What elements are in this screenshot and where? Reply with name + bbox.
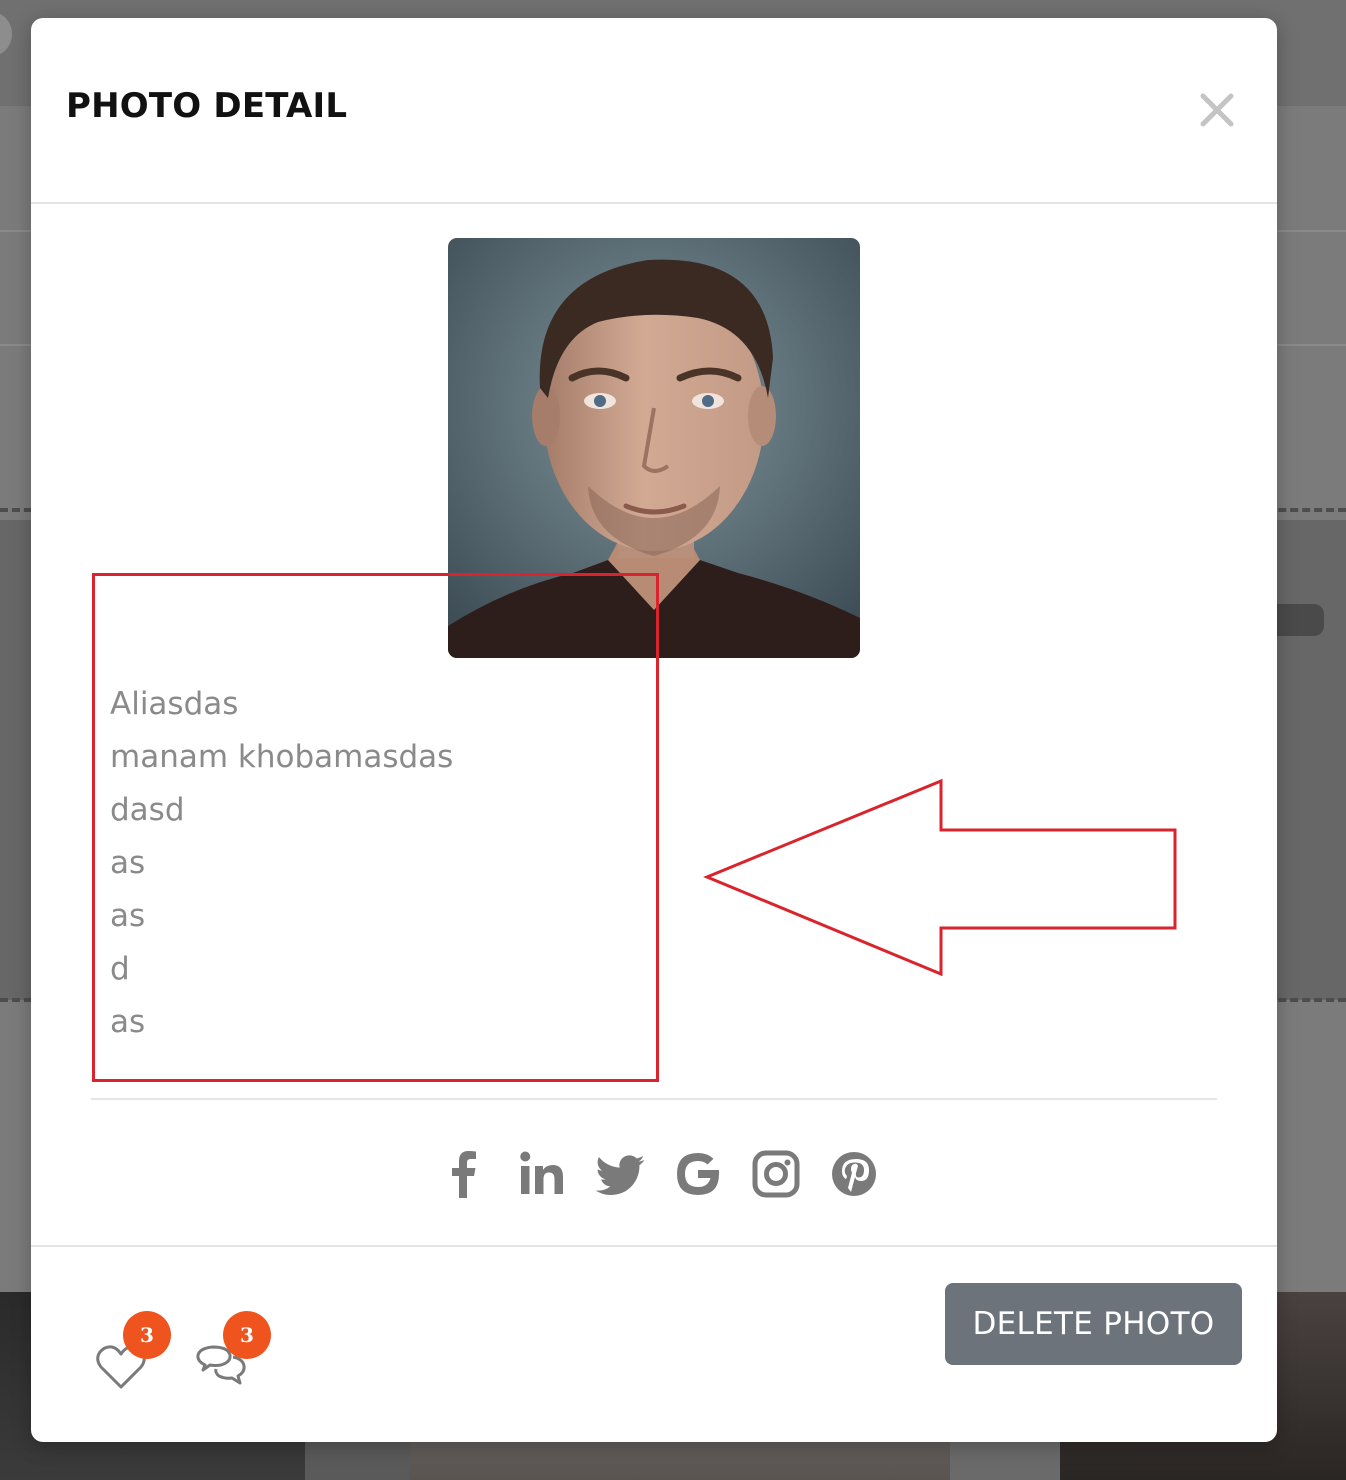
photo-detail-modal: PHOTO DETAIL Aliasdas manam khobamasdas …: [31, 18, 1277, 1442]
delete-photo-button[interactable]: DELETE PHOTO: [945, 1283, 1242, 1365]
pinterest-icon[interactable]: [826, 1146, 882, 1202]
google-icon[interactable]: [670, 1146, 726, 1202]
annotation-highlight-box: [92, 573, 659, 1082]
linkedin-icon[interactable]: [514, 1146, 570, 1202]
facebook-icon[interactable]: [436, 1146, 492, 1202]
likes-button[interactable]: 3: [89, 1311, 171, 1401]
instagram-icon[interactable]: [748, 1146, 804, 1202]
close-icon[interactable]: [1195, 88, 1239, 132]
comments-count-badge: 3: [223, 1311, 271, 1359]
comments-button[interactable]: 3: [189, 1311, 271, 1401]
twitter-icon[interactable]: [592, 1146, 648, 1202]
modal-title: PHOTO DETAIL: [66, 86, 348, 126]
likes-count-badge: 3: [123, 1311, 171, 1359]
modal-header: PHOTO DETAIL: [31, 18, 1277, 204]
modal-footer: 3 3 DELETE PHOTO: [31, 1245, 1277, 1442]
annotation-arrow-icon: [703, 778, 1177, 976]
content-divider: [91, 1098, 1217, 1100]
social-share-bar: [436, 1146, 882, 1202]
